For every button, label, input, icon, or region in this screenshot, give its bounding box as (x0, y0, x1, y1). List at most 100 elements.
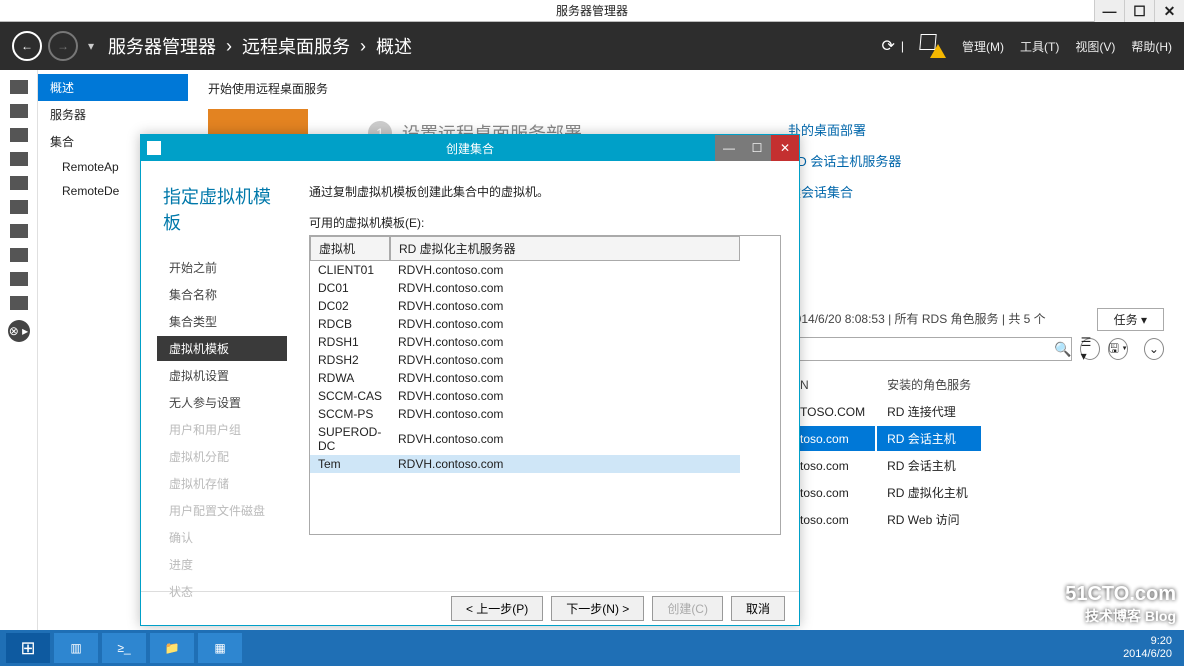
step-template[interactable]: 虚拟机模板 (157, 336, 287, 361)
warning-icon (930, 44, 946, 58)
taskbar-powershell[interactable]: ≥_ (102, 633, 146, 663)
dialog-titlebar[interactable]: 创建集合 — ☐ ✕ (141, 135, 799, 161)
vm-template-table[interactable]: 虚拟机 RD 虚拟化主机服务器 CLIENT01RDVH.contoso.com… (309, 235, 781, 535)
menu-view[interactable]: 视图(V) (1075, 38, 1115, 55)
step-type[interactable]: 集合类型 (163, 309, 287, 334)
create-collection-dialog: 创建集合 — ☐ ✕ 指定虚拟机模板 开始之前 集合名称 集合类型 虚拟机模板 … (140, 134, 800, 626)
col-vm[interactable]: 虚拟机 (310, 236, 390, 261)
search-icon[interactable]: 🔍 (1054, 341, 1071, 358)
dialog-close-button[interactable]: ✕ (771, 135, 799, 161)
filter-input[interactable] (788, 337, 1072, 361)
vm-row: SCCM-CASRDVH.contoso.com (310, 387, 740, 405)
col-role[interactable]: 安装的角色服务 (877, 372, 981, 397)
vm-row: RDCBRDVH.contoso.com (310, 315, 740, 333)
table-row: toso.comRD 会话主机 (790, 426, 981, 451)
step-vmsettings[interactable]: 虚拟机设置 (163, 363, 287, 388)
vm-list-label: 可用的虚拟机模板(E): (309, 214, 781, 231)
vm-row: RDWARDVH.contoso.com (310, 369, 740, 387)
breadcrumb: 服务器管理器› 远程桌面服务› 概述 (108, 33, 412, 59)
rail-icon[interactable] (10, 224, 28, 238)
menu-tools[interactable]: 工具(T) (1020, 38, 1059, 55)
step-profiledisks: 用户配置文件磁盘 (163, 498, 287, 523)
table-row: toso.comRD 会话主机 (790, 453, 981, 478)
rail-icon[interactable] (10, 80, 28, 94)
rail-icon[interactable] (10, 296, 28, 310)
wizard-steps: 指定虚拟机模板 开始之前 集合名称 集合类型 虚拟机模板 虚拟机设置 无人参与设… (141, 161, 301, 591)
step-before[interactable]: 开始之前 (163, 255, 287, 280)
taskbar-server-manager[interactable]: ▥ (54, 633, 98, 663)
step-name[interactable]: 集合名称 (163, 282, 287, 307)
rail-icon[interactable] (10, 128, 28, 142)
tasks-dropdown[interactable]: 任务 ▾ (1097, 308, 1164, 331)
icon-rail: ⊗ ▸ (0, 70, 38, 630)
prev-button[interactable]: < 上一步(P) (451, 596, 543, 621)
nav-forward-button: → (48, 31, 78, 61)
link-list: 卦的桌面部署 RD 会话主机服务器 建会话集合 (788, 120, 901, 201)
start-heading: 开始使用远程桌面服务 (208, 80, 1164, 97)
server-info-text: 2014/6/20 8:08:53 | 所有 RDS 角色服务 | 共 5 个 (788, 310, 1046, 327)
step-unattend[interactable]: 无人参与设置 (163, 390, 287, 415)
link-create-collection[interactable]: 建会话集合 (788, 182, 901, 201)
wizard-main: 通过复制虚拟机模板创建此集合中的虚拟机。 可用的虚拟机模板(E): 虚拟机 RD… (301, 161, 799, 591)
close-button[interactable]: ✕ (1154, 0, 1184, 22)
sidebar-item-servers[interactable]: 服务器 (38, 101, 188, 128)
rail-rds-icon[interactable]: ⊗ ▸ (8, 320, 30, 342)
link-rd-session-host[interactable]: RD 会话主机服务器 (788, 151, 901, 170)
table-row: TOSO.COMRD 连接代理 (790, 399, 981, 424)
chevron-down-icon[interactable]: ▾ (88, 39, 94, 53)
taskbar-app[interactable]: ▦ (198, 633, 242, 663)
table-row: toso.comRD 虚拟化主机 (790, 480, 981, 505)
header-bar: ← → ▾ 服务器管理器› 远程桌面服务› 概述 ⟳ | 管理(M) 工具(T)… (0, 22, 1184, 70)
maximize-button[interactable]: ☐ (1124, 0, 1154, 22)
link-desktop-deploy[interactable]: 卦的桌面部署 (788, 120, 901, 139)
dialog-maximize-button[interactable]: ☐ (743, 135, 771, 161)
cancel-button[interactable]: 取消 (731, 596, 785, 621)
col-fqdn[interactable]: N (790, 372, 875, 397)
menu-help[interactable]: 帮助(H) (1131, 38, 1172, 55)
step-status: 状态 (163, 579, 287, 604)
rail-icon[interactable] (10, 200, 28, 214)
system-clock[interactable]: 9:202014/6/20 (1123, 635, 1172, 661)
vm-row: SCCM-PSRDVH.contoso.com (310, 405, 740, 423)
minimize-button[interactable]: — (1094, 0, 1124, 22)
step-confirm: 确认 (163, 525, 287, 550)
table-row: toso.comRD Web 访问 (790, 507, 981, 532)
vm-row: RDSH1RDVH.contoso.com (310, 333, 740, 351)
vm-row: DC01RDVH.contoso.com (310, 279, 740, 297)
nav-back-button[interactable]: ← (12, 31, 42, 61)
breadcrumb-1[interactable]: 服务器管理器 (108, 33, 216, 59)
step-vmassign: 虚拟机分配 (163, 444, 287, 469)
window-title: 服务器管理器 (556, 2, 628, 19)
taskbar[interactable]: ⊞ ▥ ≥_ 📁 ▦ 9:202014/6/20 (0, 630, 1184, 666)
dialog-icon (147, 141, 161, 155)
dialog-minimize-button[interactable]: — (715, 135, 743, 161)
step-vmstorage: 虚拟机存储 (163, 471, 287, 496)
filter-options-button[interactable]: ☰ ▾ (1080, 338, 1100, 360)
breadcrumb-3[interactable]: 概述 (376, 33, 412, 59)
create-button: 创建(C) (652, 596, 723, 621)
rail-icon[interactable] (10, 272, 28, 286)
start-button[interactable]: ⊞ (6, 633, 50, 663)
wizard-description: 通过复制虚拟机模板创建此集合中的虚拟机。 (309, 183, 781, 200)
rail-icon[interactable] (10, 176, 28, 190)
col-host[interactable]: RD 虚拟化主机服务器 (390, 236, 740, 261)
save-filter-button[interactable]: 🖫 ▾ (1108, 338, 1128, 360)
expand-button[interactable]: ⌄ (1144, 338, 1164, 360)
vm-row: SUPEROD-DCRDVH.contoso.com (310, 423, 740, 455)
vm-row: CLIENT01RDVH.contoso.com (310, 261, 740, 279)
vm-row: TemRDVH.contoso.com (310, 455, 740, 473)
roles-table: N 安装的角色服务 TOSO.COMRD 连接代理 toso.comRD 会话主… (788, 370, 983, 534)
next-button[interactable]: 下一步(N) > (551, 596, 644, 621)
refresh-icon[interactable]: ⟳ (881, 36, 894, 56)
step-progress: 进度 (163, 552, 287, 577)
menu-manage[interactable]: 管理(M) (962, 38, 1004, 55)
sidebar-item-overview[interactable]: 概述 (38, 74, 188, 101)
rail-icon[interactable] (10, 152, 28, 166)
rail-icon[interactable] (10, 104, 28, 118)
breadcrumb-2[interactable]: 远程桌面服务 (242, 33, 350, 59)
step-usergroups: 用户和用户组 (163, 417, 287, 442)
rail-icon[interactable] (10, 248, 28, 262)
dialog-title: 创建集合 (446, 140, 494, 157)
watermark: 51CTO.com 技术博客 Blog (1065, 583, 1176, 626)
taskbar-explorer[interactable]: 📁 (150, 633, 194, 663)
